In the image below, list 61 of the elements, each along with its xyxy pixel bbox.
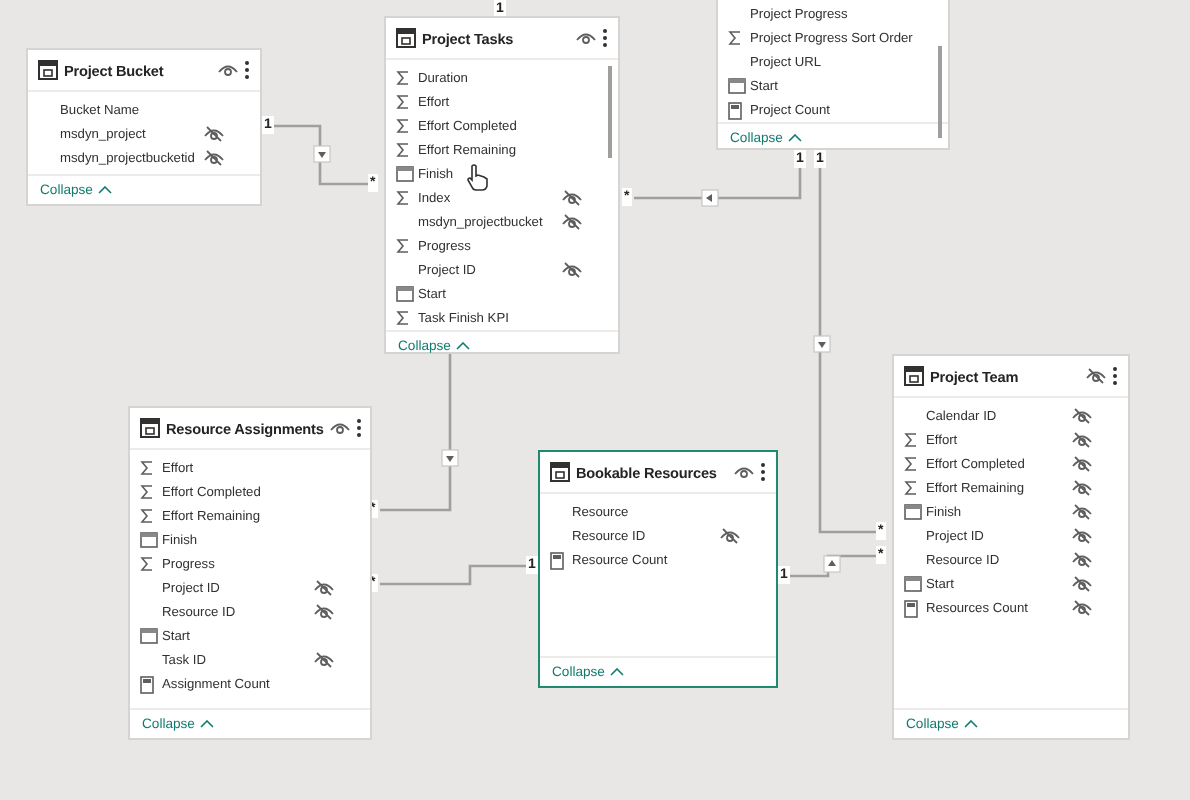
relationship-line[interactable] — [790, 554, 876, 578]
table-icon — [550, 462, 570, 482]
hidden-icon[interactable] — [1072, 576, 1092, 592]
table-icon — [396, 28, 416, 48]
calendar-icon — [396, 166, 414, 182]
more-options-icon[interactable] — [244, 60, 250, 80]
scrollbar[interactable] — [938, 46, 942, 138]
eye-icon[interactable] — [576, 30, 596, 46]
more-options-icon[interactable] — [760, 462, 766, 482]
chevron-up-icon — [200, 720, 215, 728]
hidden-icon[interactable] — [1072, 432, 1092, 448]
calculator-icon — [904, 599, 918, 617]
hidden-icon[interactable] — [1072, 504, 1092, 520]
calculator-icon — [728, 101, 742, 119]
calendar-icon — [140, 628, 158, 644]
chevron-up-icon — [788, 134, 803, 142]
hidden-icon[interactable] — [204, 150, 224, 166]
chevron-up-icon — [964, 720, 979, 728]
chevron-up-icon — [98, 186, 113, 194]
sigma-icon — [396, 190, 410, 206]
more-options-icon[interactable] — [1112, 366, 1118, 386]
hidden-icon[interactable] — [562, 214, 582, 230]
calendar-icon — [396, 286, 414, 302]
sigma-icon — [396, 310, 410, 326]
hand-cursor-icon — [466, 164, 490, 192]
hidden-icon[interactable] — [1086, 368, 1106, 384]
sigma-icon — [140, 556, 154, 572]
relationship-line[interactable] — [274, 124, 368, 186]
hidden-icon[interactable] — [1072, 456, 1092, 472]
more-options-icon[interactable] — [355, 418, 362, 438]
eye-icon[interactable] — [218, 62, 238, 78]
hidden-icon[interactable] — [1072, 600, 1092, 616]
hidden-icon[interactable] — [314, 652, 334, 668]
calendar-icon — [140, 532, 158, 548]
hidden-icon[interactable] — [1072, 552, 1092, 568]
calendar-icon — [904, 504, 922, 520]
hidden-icon[interactable] — [314, 580, 334, 596]
relationship-line[interactable] — [634, 168, 802, 207]
hidden-icon[interactable] — [204, 126, 224, 142]
scrollbar[interactable] — [608, 66, 612, 158]
calculator-icon — [550, 551, 564, 569]
table-icon — [38, 60, 58, 80]
table-icon — [904, 366, 924, 386]
chevron-up-icon — [610, 668, 625, 676]
hidden-icon[interactable] — [1072, 408, 1092, 424]
calendar-icon — [728, 78, 746, 94]
hidden-icon[interactable] — [562, 190, 582, 206]
hidden-icon[interactable] — [562, 262, 582, 278]
eye-icon[interactable] — [734, 464, 754, 480]
table-icon — [140, 418, 160, 438]
hidden-icon[interactable] — [1072, 480, 1092, 496]
calendar-icon — [904, 576, 922, 592]
calculator-icon — [140, 675, 154, 693]
eye-icon[interactable] — [329, 420, 350, 436]
hidden-icon[interactable] — [720, 528, 740, 544]
hidden-icon[interactable] — [314, 604, 334, 620]
hidden-icon[interactable] — [1072, 528, 1092, 544]
more-options-icon[interactable] — [602, 28, 608, 48]
sigma-icon — [728, 30, 742, 46]
sigma-icon — [396, 238, 410, 254]
chevron-up-icon — [456, 342, 471, 350]
